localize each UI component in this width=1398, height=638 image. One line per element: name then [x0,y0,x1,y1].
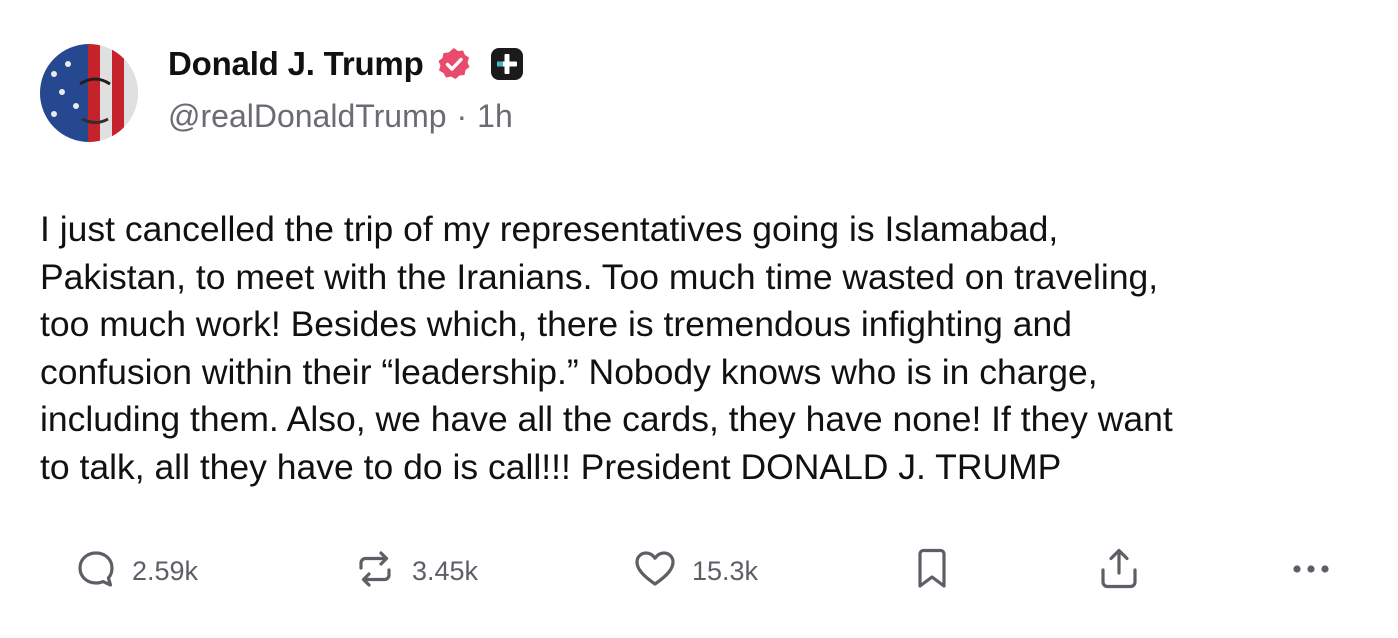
more-options-button[interactable] [1288,544,1334,598]
post-timestamp[interactable]: 1h [477,98,513,135]
repost-button[interactable]: 3.45k [352,544,478,598]
bookmark-icon [912,546,952,597]
meta-separator: · [456,98,468,134]
avatar[interactable] [40,44,138,142]
like-button[interactable]: 15.3k [632,544,758,598]
more-dots-icon [1288,546,1334,597]
like-count: 15.3k [692,555,759,586]
author-handle[interactable]: @realDonaldTrump [168,98,447,135]
author-display-name[interactable]: Donald J. Trump [168,45,424,83]
reply-bubble-icon [74,547,118,596]
share-upload-icon [1096,546,1142,597]
reply-button[interactable]: 2.59k [74,544,198,598]
reply-count: 2.59k [132,555,199,586]
author-handle-row: @realDonaldTrump · 1h [168,98,513,135]
post-text: I just cancelled the trip of my represen… [40,209,1173,487]
bookmark-button[interactable] [912,544,952,598]
repost-arrows-icon [352,546,398,597]
author-name-row: Donald J. Trump [168,42,524,86]
plus-badge-icon [490,47,524,81]
repost-count: 3.45k [412,555,479,586]
share-button[interactable] [1096,544,1142,598]
action-bar: 2.59k 3.45k 15.3k [0,544,1398,598]
verified-badge-icon [436,46,472,82]
heart-icon [632,546,678,597]
post-card: Donald J. Trump @realDonaldTrump · 1h I … [0,0,1398,638]
